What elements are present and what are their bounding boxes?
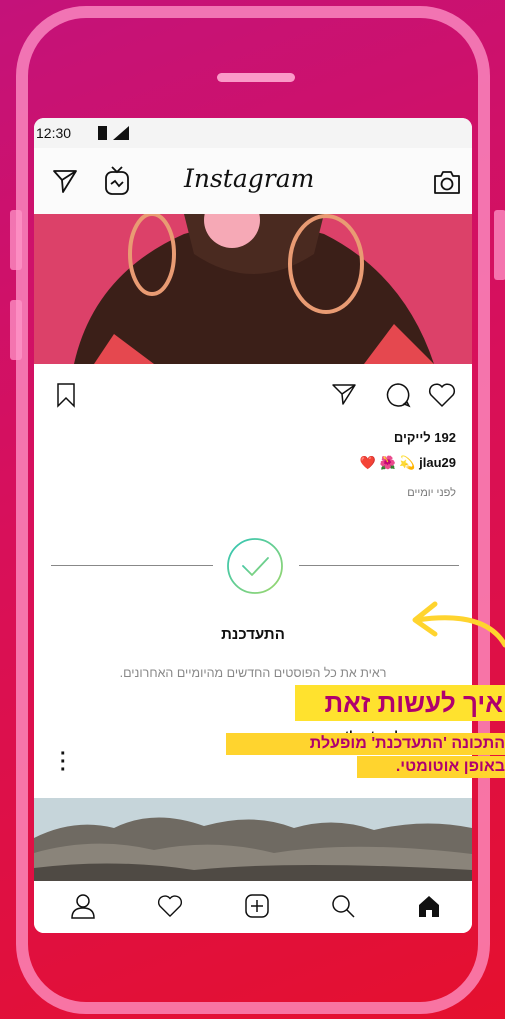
- post-username[interactable]: jlau29: [419, 455, 456, 470]
- app-header: Instagram: [34, 148, 472, 214]
- signal-icon: [113, 126, 129, 140]
- post-photo[interactable]: [34, 214, 472, 364]
- new-post-icon[interactable]: [244, 893, 270, 919]
- next-post-photo[interactable]: [34, 798, 472, 881]
- check-circle-icon: [227, 538, 283, 594]
- status-time: 12:30: [36, 125, 72, 141]
- igtv-icon[interactable]: [104, 166, 130, 196]
- camera-icon[interactable]: [432, 168, 462, 196]
- caption-emojis: ❤️ 🌺 💫: [359, 455, 416, 470]
- callout-line-2: התכונה 'התעדכנת' מופעלת: [226, 733, 505, 755]
- post-photo-art: [34, 214, 472, 364]
- profile-icon[interactable]: [70, 893, 96, 919]
- next-post-photo-art: [34, 798, 472, 881]
- caught-up-divider-right: [299, 565, 459, 566]
- home-icon[interactable]: [416, 893, 442, 919]
- likes-count: 192 לייקים: [393, 430, 456, 445]
- comment-icon[interactable]: [385, 382, 411, 408]
- bookmark-icon[interactable]: [56, 382, 76, 408]
- callout-title: איך לעשות זאת: [295, 685, 505, 721]
- battery-icon: [98, 126, 107, 140]
- status-bar: 12:30: [34, 118, 472, 148]
- phone-screen: 12:30 Instagram 192 לייקים ❤️ 🌺 💫 jlau29…: [34, 118, 472, 933]
- callout-line-3: באופן אוטומטי.: [357, 756, 505, 778]
- heart-icon[interactable]: [428, 382, 456, 408]
- phone-side-button-right: [494, 210, 505, 280]
- more-options-icon[interactable]: · · ·: [60, 744, 67, 780]
- post-timestamp: לפני יומיים: [407, 487, 456, 499]
- phone-side-button-left-2: [10, 300, 22, 360]
- instagram-logo: Instagram: [184, 164, 315, 193]
- search-icon[interactable]: [330, 893, 356, 919]
- caught-up-divider-left: [51, 565, 213, 566]
- activity-heart-icon[interactable]: [157, 894, 183, 918]
- bottom-nav: [34, 881, 472, 933]
- phone-side-button-left: [10, 210, 22, 270]
- post-caption: ❤️ 🌺 💫 jlau29: [360, 455, 456, 471]
- phone-speaker: [217, 73, 295, 82]
- share-icon[interactable]: [331, 382, 357, 406]
- caught-up-subtitle: ראית את כל הפוסטים החדשים מהיומיים האחרו…: [119, 666, 387, 680]
- arrow-annotation-icon: [412, 601, 505, 648]
- direct-message-icon[interactable]: [52, 168, 78, 194]
